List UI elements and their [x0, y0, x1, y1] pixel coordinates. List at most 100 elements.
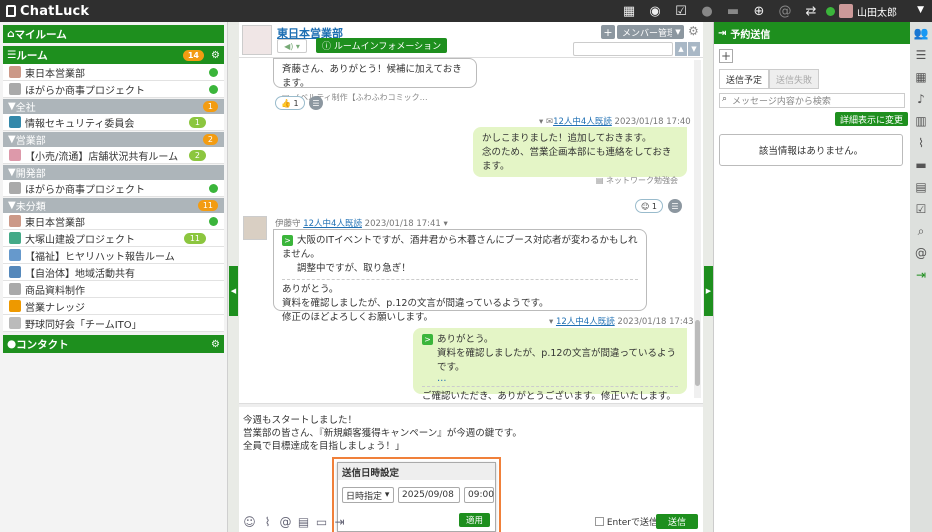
panel-search-input[interactable]: メッセージ内容から検索: [719, 93, 905, 108]
room-item[interactable]: 商品資料制作: [3, 281, 224, 298]
room-item[interactable]: 【小売/流通】店舗状況共有ルーム 2: [3, 147, 224, 164]
room-item[interactable]: 東日本営業部: [3, 213, 224, 230]
room-icon: [9, 300, 21, 312]
room-item[interactable]: 【福祉】ヒヤリハット報告ルーム: [3, 247, 224, 264]
at-icon[interactable]: @: [910, 242, 932, 264]
room-sidebar: ⌂ マイルーム ☰ ルーム 14 ⚙ 東日本営業部 ほがらか商事プロジェクト ▼ 全…: [0, 22, 228, 532]
read-count-link[interactable]: 12人中4人既読: [553, 117, 612, 127]
more-icon[interactable]: ☰: [668, 199, 682, 213]
tab-failed[interactable]: 送信失敗: [769, 69, 820, 89]
message-icon[interactable]: ▬: [910, 154, 932, 176]
room-item[interactable]: ほがらか商事プロジェクト: [3, 180, 224, 197]
collapse-right-button[interactable]: ▶: [704, 266, 713, 316]
chevron-down-icon[interactable]: ▼: [672, 25, 684, 39]
globe-icon[interactable]: ⊕: [750, 2, 768, 20]
task-icon[interactable]: ☑: [910, 198, 932, 220]
compose-area[interactable]: 今週もスタートしました！ 営業部の皆さん、『新規顧客獲得キャンペーン』が今週の鍵…: [239, 408, 703, 532]
scrollbar[interactable]: [694, 60, 701, 398]
chevron-down-icon[interactable]: ▼: [917, 5, 924, 15]
user-menu[interactable]: 山田太郎: [826, 2, 897, 20]
tab-scheduled[interactable]: 送信予定: [719, 69, 770, 89]
room-item[interactable]: 東日本営業部: [3, 64, 224, 81]
message-bubble[interactable]: 斉藤さん、ありがとう！候補に加えておきます。 ▤ ノベルティ制作【ふわふわコミッ…: [273, 58, 477, 102]
room-item[interactable]: 【自治体】地域活動共有: [3, 264, 224, 281]
message-bubble[interactable]: > 大阪のITイベントですが、酒井君から木暮さんにブース対応者が変わるかもしれませ…: [273, 229, 647, 323]
schedule-send-icon[interactable]: ⇥: [910, 264, 932, 286]
search-up-button[interactable]: ▲: [675, 42, 687, 56]
reaction-button[interactable]: ☺ 1: [635, 199, 663, 213]
chat-search-input[interactable]: [573, 42, 673, 56]
time-input[interactable]: 09:00: [464, 487, 494, 503]
send-button[interactable]: 送信: [655, 514, 698, 529]
quote-icon: >: [422, 334, 433, 345]
attach-icon[interactable]: ⌇: [260, 515, 275, 530]
more-icon[interactable]: ☰: [309, 96, 323, 110]
read-count-link[interactable]: 12人中4人既読: [556, 317, 615, 327]
date-input[interactable]: 2025/09/08: [398, 487, 460, 503]
schedule-mode-select[interactable]: 日時指定 ▾: [342, 487, 394, 503]
schedule-send-icon[interactable]: ⇥: [332, 515, 347, 530]
resize-handle[interactable]: [239, 403, 703, 407]
collapse-left-button[interactable]: ◀: [229, 266, 238, 316]
note-icon[interactable]: ▤: [910, 176, 932, 198]
emoji-icon[interactable]: ☺: [242, 515, 257, 530]
calendar-icon[interactable]: ▦: [910, 66, 932, 88]
gear-icon[interactable]: ⚙: [688, 24, 699, 38]
myroom-header[interactable]: ⌂ マイルーム: [3, 25, 224, 43]
section-eigyo[interactable]: ▼ 営業部 2: [3, 132, 224, 147]
enter-send-toggle[interactable]: Enterで送信: [594, 515, 658, 528]
note-link[interactable]: ▤ ネットワーク勉強会: [482, 174, 678, 188]
section-zensha[interactable]: ▼ 全社 1: [3, 99, 224, 114]
room-item[interactable]: ほがらか商事プロジェクト: [3, 81, 224, 98]
section-kaihatsu[interactable]: ▼ 開発部: [3, 165, 224, 180]
gear-icon[interactable]: ⚙: [211, 339, 220, 350]
mention-icon[interactable]: @: [278, 515, 293, 530]
sound-icon[interactable]: ◀) ▾: [277, 39, 307, 53]
person-icon[interactable]: ●: [698, 2, 716, 20]
room-item[interactable]: 営業ナレッジ: [3, 298, 224, 315]
scheduled-send-panel: ⇥ 予約送信 + 送信予定 送信失敗 ⌕ メッセージ内容から検索 詳細表示に変更 …: [713, 22, 910, 532]
room-item[interactable]: 情報セキュリティ委員会 1: [3, 114, 224, 131]
reaction-button[interactable]: 👍 1: [275, 96, 305, 110]
at-icon[interactable]: @: [776, 2, 794, 20]
room-info-button[interactable]: ⓘ ルームインフォメーション: [316, 38, 448, 53]
read-count-link[interactable]: 12人中4人既読: [303, 219, 362, 229]
add-button[interactable]: +: [719, 49, 733, 63]
chat-search-icon[interactable]: ◉: [646, 2, 664, 20]
room-header[interactable]: ☰ ルーム 14 ⚙: [3, 46, 224, 64]
list-icon[interactable]: ☰: [910, 44, 932, 66]
search-icon[interactable]: ⌕: [910, 220, 932, 242]
attach-icon[interactable]: ⌇: [910, 132, 932, 154]
bell-icon[interactable]: ♪: [910, 88, 932, 110]
table-icon[interactable]: ▥: [910, 110, 932, 132]
message-bubble[interactable]: > ありがとう。 資料を確認しましたが、p.12の文言が間違っているようです。 ……: [413, 328, 687, 402]
message-bubble[interactable]: かしこまりました！追加しておきます。 念のため、営業企画本部にも連絡をしておきま…: [473, 127, 687, 185]
section-mibunrui[interactable]: ▼ 未分類 11: [3, 198, 224, 213]
stamp-icon[interactable]: ▭: [314, 515, 329, 530]
detail-view-button[interactable]: 詳細表示に変更: [835, 112, 909, 126]
contacts-icon[interactable]: 👥: [910, 22, 932, 44]
message-input[interactable]: 今週もスタートしました！ 営業部の皆さん、『新規顧客獲得キャンペーン』が今週の鍵…: [239, 408, 703, 459]
template-icon[interactable]: ▤: [296, 515, 311, 530]
room-icon: [9, 283, 21, 295]
divider: [422, 386, 678, 387]
add-member-button[interactable]: +: [601, 25, 615, 39]
room-icon: [9, 182, 21, 194]
right-icon-bar: 👥 ☰ ▦ ♪ ▥ ⌇ ▬ ▤ ☑ ⌕ @ ⇥: [910, 22, 932, 532]
qr-icon[interactable]: ▦: [620, 2, 638, 20]
room-item[interactable]: 大塚山建設プロジェクト 11: [3, 230, 224, 247]
swap-icon[interactable]: ⇄: [802, 2, 820, 20]
search-down-button[interactable]: ▼: [688, 42, 700, 56]
checkbox[interactable]: [594, 517, 604, 526]
room-item[interactable]: 野球同好会「チームITO」: [3, 315, 224, 332]
app-logo[interactable]: ChatLuck: [6, 4, 89, 19]
gear-icon[interactable]: ⚙: [211, 50, 220, 61]
scrollbar-thumb[interactable]: [695, 320, 700, 386]
right-collapse-strip: ▶: [704, 22, 713, 532]
message-icon[interactable]: ▬: [724, 2, 742, 20]
top-bar: ChatLuck ▦ ◉ ☑ ● ▬ ⊕ @ ⇄ 山田太郎 ▼: [0, 0, 932, 22]
avatar[interactable]: [243, 216, 267, 240]
quote-block: > ありがとう。: [422, 333, 678, 347]
task-icon[interactable]: ☑: [672, 2, 690, 20]
contacts-header[interactable]: ● コンタクト ⚙: [3, 335, 224, 353]
